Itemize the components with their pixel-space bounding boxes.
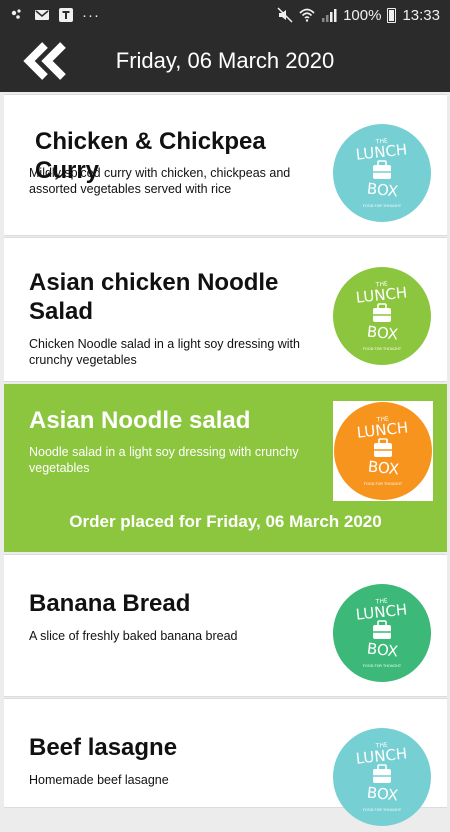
logo-text-tagline: FOOD FOR THOUGHT [363,664,402,668]
menu-item-asian-noodle-salad[interactable]: Asian Noodle salad Noodle salad in a lig… [4,384,447,552]
menu-item-description: Homemade beef lasagne [29,773,169,787]
status-bar: ··· 100% 13:33 [0,0,450,30]
logo-frame: THE LUNCH BOX FOOD FOR THOUGHT [333,401,433,501]
gmail-icon [35,10,49,20]
lunch-box-logo: THE LUNCH BOX FOOD FOR THOUGHT [332,583,432,683]
logo-text-tagline: FOOD FOR THOUGHT [363,347,402,351]
menu-item-chicken-chickpea-curry[interactable]: Chicken & Chickpea Curry Mildly spiced c… [4,94,447,236]
logo-text-box: BOX [367,457,400,478]
menu-item-description: A slice of freshly baked banana bread [29,629,238,643]
logo-text-box: BOX [366,179,399,200]
menu-item-description: Noodle salad in a light soy dressing wit… [29,445,299,475]
menu-item-description: Mildly spiced curry with chicken, chickp… [29,166,291,196]
logo-text-tagline: FOOD FOR THOUGHT [364,482,403,486]
double-chevron-left-icon [23,42,66,80]
clock: 13:33 [402,6,440,24]
lunch-box-logo: THE LUNCH BOX FOOD FOR THOUGHT [332,123,432,223]
menu-item-title: Asian Noodle salad [29,407,251,434]
more-notifications-icon: ··· [82,6,100,24]
wifi-icon [299,8,315,22]
notification-dots-icon [11,9,21,19]
logo-text-box: BOX [366,783,399,804]
back-button[interactable] [16,30,76,92]
menu-item-banana-bread[interactable]: Banana Bread A slice of freshly baked ba… [4,554,447,697]
mute-icon [277,7,293,23]
order-placed-note: Order placed for Friday, 06 March 2020 [69,512,382,531]
menu-item-description: Chicken Noodle salad in a light soy dres… [29,337,300,367]
app-bar: Friday, 06 March 2020 [0,30,450,92]
logo-text-tagline: FOOD FOR THOUGHT [363,808,402,812]
menu-item-title: Banana Bread [29,590,191,617]
menu-item-asian-chicken-noodle-salad[interactable]: Asian chicken Noodle Salad Chicken Noodl… [4,237,447,382]
battery-percent: 100% [343,6,382,24]
lunch-box-logo: THE LUNCH BOX FOOD FOR THOUGHT [332,266,432,366]
app-t-icon [59,8,73,22]
menu-item-title: Asian chicken Noodle Salad [29,269,279,325]
lunch-box-logo: THE LUNCH BOX FOOD FOR THOUGHT [333,401,433,501]
logo-text-tagline: FOOD FOR THOUGHT [363,204,402,208]
lunch-box-logo: THE LUNCH BOX FOOD FOR THOUGHT [332,727,432,827]
logo-text-box: BOX [366,322,399,343]
menu-item-beef-lasagne[interactable]: Beef lasagne Homemade beef lasagne THE LU… [4,698,447,826]
battery-icon [387,7,397,23]
logo-text-box: BOX [366,639,399,660]
menu-item-title: Beef lasagne [29,734,178,761]
signal-icon [322,9,337,22]
